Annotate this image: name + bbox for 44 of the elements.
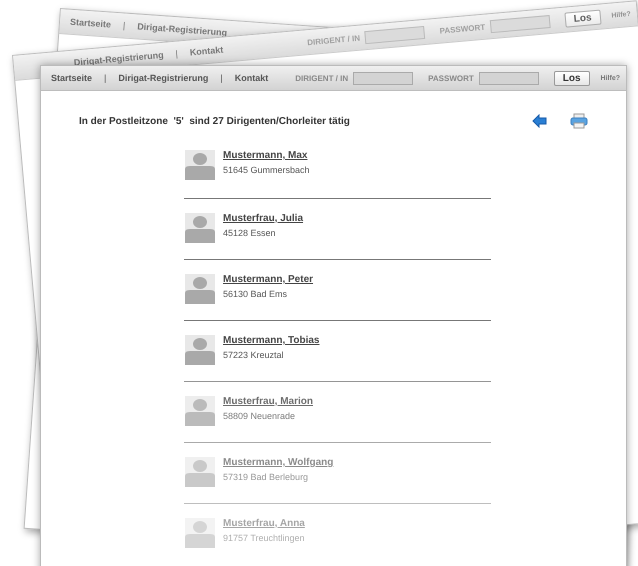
username-field[interactable]: [353, 72, 414, 84]
nav-link[interactable]: Kontakt: [189, 44, 224, 58]
avatar-placeholder: [185, 518, 215, 548]
separator: |: [175, 48, 178, 59]
password-label: PASSWORT: [439, 22, 486, 36]
nav-link[interactable]: Dirigat-Registrierung: [118, 73, 208, 83]
conductor-location: 57319 Bad Berleburg: [223, 472, 310, 482]
print-icon[interactable]: [570, 113, 588, 129]
avatar-placeholder: [185, 274, 215, 304]
avatar-placeholder: [185, 213, 215, 243]
avatar-placeholder: [185, 335, 215, 365]
conductor-location: 45128 Essen: [223, 228, 277, 238]
separator: |: [104, 73, 106, 83]
nav-link[interactable]: Startseite: [51, 73, 92, 83]
username-field[interactable]: [364, 25, 426, 44]
nav-link[interactable]: Startseite: [70, 16, 112, 30]
nav-link[interactable]: Dirigat-Registrierung: [73, 50, 164, 68]
separator: |: [122, 20, 126, 31]
conductor-location: 57223 Kreuztal: [223, 350, 285, 360]
conductor-name-link[interactable]: Mustermann, Wolfgang: [223, 457, 334, 468]
back-arrow-icon[interactable]: [532, 114, 548, 128]
avatar-placeholder: [185, 457, 215, 487]
conductor-name-link[interactable]: Mustermann, Tobias: [223, 335, 320, 346]
nav-link[interactable]: Dirigat-Registrierung: [136, 21, 228, 38]
avatar-placeholder: [185, 150, 215, 180]
login-button[interactable]: Los: [554, 70, 590, 86]
password-field[interactable]: [478, 72, 539, 84]
password-label: PASSWORT: [428, 74, 474, 82]
separator: |: [220, 73, 223, 83]
result-heading: In der Postleitzone '5' sind 27 Dirigenten/Chorleiter tätig: [79, 116, 350, 126]
username-label: DIRIGENT / IN: [295, 74, 348, 82]
conductor-name-link[interactable]: Musterfrau, Julia: [223, 213, 304, 224]
conductor-location: 58809 Neuenrade: [223, 411, 296, 421]
avatar-placeholder: [185, 396, 215, 426]
nav-link[interactable]: Kontakt: [234, 73, 268, 83]
username-label: DIRIGENT / IN: [306, 33, 360, 47]
conductor-name-link[interactable]: Mustermann, Peter: [223, 274, 314, 285]
conductor-location: 91757 Treuchtlingen: [223, 533, 305, 543]
login-button[interactable]: Los: [564, 9, 602, 28]
password-field[interactable]: [490, 14, 550, 33]
conductor-location: 51645 Gummersbach: [223, 165, 310, 175]
conductor-name-link[interactable]: Mustermann, Max: [223, 150, 310, 161]
conductor-name-link[interactable]: Musterfrau, Marion: [223, 396, 314, 407]
conductor-location: 56130 Bad Ems: [223, 289, 288, 299]
